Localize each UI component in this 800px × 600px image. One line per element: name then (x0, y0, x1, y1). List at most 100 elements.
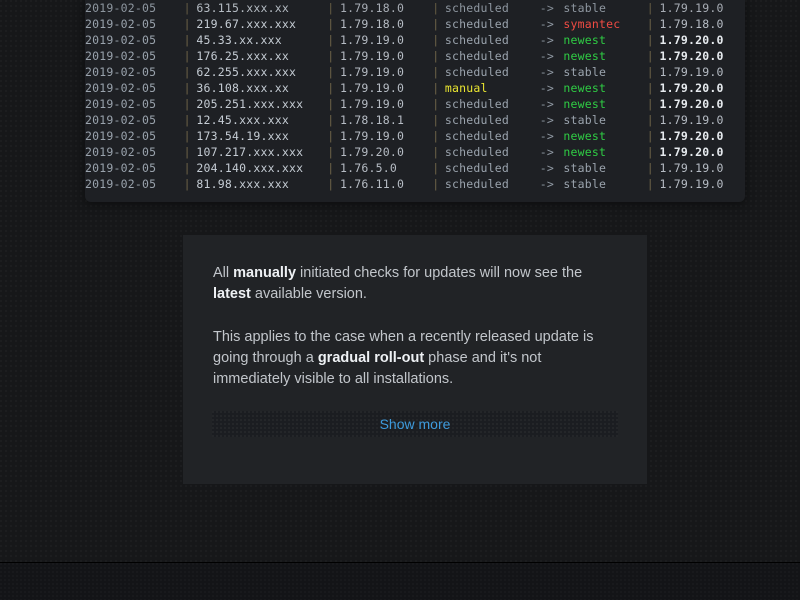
log-cell-date: 2019-02-05 (85, 177, 157, 191)
log-cell-date: 2019-02-05 (85, 65, 157, 79)
paragraph-1-text-1: All (213, 265, 234, 281)
log-cell-arrow: -> (539, 49, 554, 63)
log-cell-separator: | (646, 129, 654, 143)
log-cell-date: 2019-02-05 (85, 97, 157, 111)
log-cell-latest-version: 1.79.20.0 (659, 129, 724, 143)
log-cell-separator: | (183, 177, 191, 191)
log-cell-latest-version: 1.79.18.0 (659, 17, 724, 31)
log-cell-date: 2019-02-05 (85, 33, 157, 47)
log-row: 2019-02-05 | 81.98.xxx.xxx | 1.76.11.0 | sched… (85, 176, 745, 192)
log-cell-ip: 219.67.xxx.xxx (196, 17, 297, 31)
log-cell-separator: | (183, 161, 191, 175)
log-row: 2019-02-05 | 204.140.xxx.xxx | 1.76.5.0 | sche… (85, 160, 745, 176)
log-cell-separator: | (432, 161, 440, 175)
show-more-bar[interactable]: Show more (212, 411, 618, 437)
log-cell-check-type: scheduled (444, 1, 510, 15)
log-cell-arrow: -> (539, 129, 554, 143)
log-row: 2019-02-05 | 219.67.xxx.xxx | 1.79.18.0 | sche… (85, 16, 745, 32)
update-log-panel: 2019-02-05 | 63.115.xxx.xx | 1.79.18.0 | sched… (85, 0, 745, 202)
log-cell-ip: 204.140.xxx.xxx (196, 161, 304, 175)
log-cell-separator: | (646, 49, 654, 63)
paragraph-1-text-2: initiated checks for updates will now se… (296, 265, 583, 281)
log-cell-separator: | (646, 33, 654, 47)
bottom-section (0, 563, 800, 600)
log-cell-ip: 45.33.xx.xxx (196, 33, 282, 47)
log-cell-separator: | (432, 177, 440, 191)
log-cell-check-type: scheduled (444, 145, 510, 159)
log-cell-latest-version: 1.79.20.0 (659, 97, 724, 111)
log-cell-separator: | (183, 113, 191, 127)
log-cell-version: 1.79.20.0 (340, 145, 405, 159)
update-log-body: 2019-02-05 | 63.115.xxx.xx | 1.79.18.0 | sched… (85, 0, 745, 192)
log-cell-channel: stable (563, 113, 607, 127)
log-cell-check-type: scheduled (444, 33, 510, 47)
log-cell-latest-version: 1.79.20.0 (659, 145, 724, 159)
log-cell-separator: | (183, 65, 191, 79)
paragraph-1-text-3: available version. (250, 286, 367, 302)
log-row: 2019-02-05 | 176.25.xxx.xx | 1.79.19.0 | sched… (85, 48, 745, 64)
log-cell-ip: 62.255.xxx.xxx (196, 65, 297, 79)
log-cell-version: 1.79.18.0 (340, 1, 405, 15)
log-cell-arrow: -> (539, 177, 554, 191)
log-cell-date: 2019-02-05 (85, 129, 157, 143)
log-cell-separator: | (432, 81, 440, 95)
log-cell-separator: | (432, 1, 440, 15)
log-cell-channel: newest (563, 97, 607, 111)
log-cell-ip: 36.108.xxx.xx (196, 81, 289, 95)
log-cell-latest-version: 1.79.19.0 (659, 113, 724, 127)
log-cell-check-type: scheduled (444, 49, 510, 63)
log-cell-separator: | (432, 129, 440, 143)
log-cell-ip: 63.115.xxx.xx (196, 1, 289, 15)
log-cell-separator: | (327, 113, 335, 127)
log-cell-separator: | (183, 97, 191, 111)
log-cell-version: 1.79.19.0 (340, 49, 405, 63)
log-cell-version: 1.79.19.0 (340, 81, 405, 95)
log-cell-arrow: -> (539, 33, 554, 47)
log-cell-separator: | (327, 17, 335, 31)
log-cell-ip: 12.45.xxx.xxx (196, 113, 289, 127)
log-cell-date: 2019-02-05 (85, 161, 157, 175)
log-cell-date: 2019-02-05 (85, 17, 157, 31)
log-cell-arrow: -> (539, 81, 554, 95)
log-row: 2019-02-05 | 12.45.xxx.xxx | 1.78.18.1 | sched… (85, 112, 745, 128)
log-cell-channel: newest (563, 145, 607, 159)
log-cell-separator: | (183, 17, 191, 31)
log-cell-separator: | (327, 1, 335, 15)
log-cell-separator: | (183, 81, 191, 95)
log-cell-channel: stable (563, 65, 607, 79)
log-cell-separator: | (432, 97, 440, 111)
show-more-link[interactable]: Show more (380, 416, 451, 432)
log-cell-separator: | (432, 113, 440, 127)
log-row: 2019-02-05 | 45.33.xx.xxx | 1.79.19.0 | schedu… (85, 32, 745, 48)
log-cell-latest-version: 1.79.19.0 (659, 65, 724, 79)
log-row: 2019-02-05 | 107.217.xxx.xxx | 1.79.20.0 | sch… (85, 144, 745, 160)
log-cell-separator: | (183, 129, 191, 143)
log-cell-channel: stable (563, 177, 607, 191)
update-log-table: 2019-02-05 | 63.115.xxx.xx | 1.79.18.0 | sched… (85, 0, 745, 192)
log-cell-separator: | (646, 17, 654, 31)
log-cell-channel: newest (563, 33, 607, 47)
log-cell-separator: | (183, 145, 191, 159)
log-cell-arrow: -> (539, 113, 554, 127)
paragraph-2-bold-gradual-rollout: gradual roll-out (317, 350, 425, 366)
log-cell-version: 1.79.19.0 (340, 33, 405, 47)
log-cell-ip: 205.251.xxx.xxx (196, 97, 304, 111)
log-cell-separator: | (646, 161, 654, 175)
info-paragraph-2: This applies to the case when a recently… (213, 327, 617, 390)
log-cell-ip: 107.217.xxx.xxx (196, 145, 304, 159)
log-cell-date: 2019-02-05 (85, 1, 157, 15)
log-cell-separator: | (646, 113, 654, 127)
log-cell-version: 1.78.18.1 (340, 113, 405, 127)
log-cell-version: 1.79.19.0 (340, 97, 405, 111)
log-cell-channel: newest (563, 81, 607, 95)
log-cell-separator: | (183, 49, 191, 63)
paragraph-1-bold-manually: manually (233, 265, 297, 281)
log-cell-separator: | (327, 33, 335, 47)
log-cell-separator: | (327, 177, 335, 191)
log-cell-separator: | (327, 49, 335, 63)
log-cell-separator: | (432, 49, 440, 63)
log-cell-ip: 81.98.xxx.xxx (196, 177, 289, 191)
log-cell-separator: | (646, 97, 654, 111)
log-cell-arrow: -> (539, 145, 554, 159)
info-paragraph-1: All manually initiated checks for update… (213, 263, 617, 305)
